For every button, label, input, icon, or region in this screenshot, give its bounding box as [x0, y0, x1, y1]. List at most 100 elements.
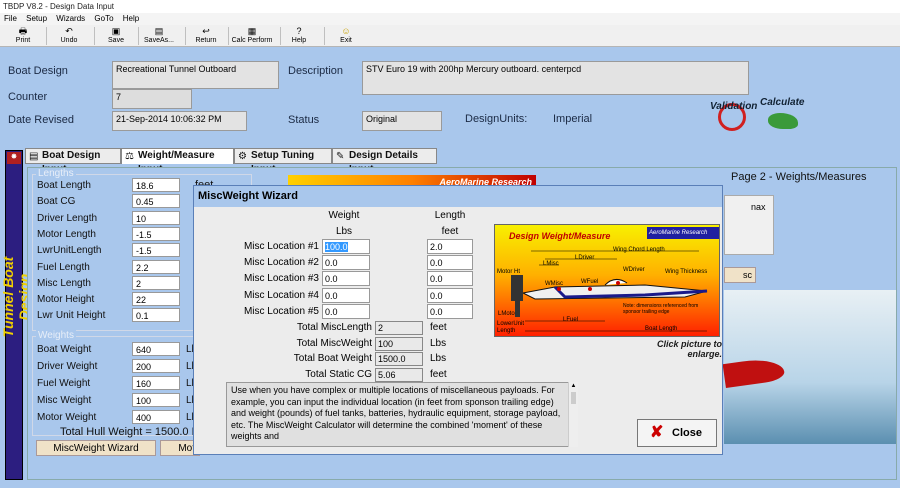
length-row-label: Motor Height	[37, 294, 95, 306]
total-value: 2	[375, 321, 423, 335]
calc-perform-button[interactable]: ▦ Calc Perform	[230, 25, 274, 47]
calculate-label: Calculate	[760, 97, 805, 108]
misc-location-length-input[interactable]: 0.0	[427, 303, 473, 319]
length-row-label: Lwr Unit Height	[37, 310, 106, 322]
length-row-input[interactable]: 2	[132, 275, 180, 290]
misc-location-weight-input[interactable]: 0.0	[322, 271, 370, 287]
validation-label: Validation	[710, 101, 758, 112]
calculator-icon: ▦	[247, 26, 257, 36]
save-button[interactable]: ▣ Save	[101, 25, 131, 47]
length-row-input[interactable]: 0.45	[132, 194, 180, 209]
misc-location-weight-input[interactable]: 0.0	[322, 255, 370, 271]
tab-setup-tuning-input[interactable]: ⚙Setup Tuning Input	[234, 148, 332, 175]
misc-location-weight-input[interactable]: 0.0	[322, 303, 370, 319]
scroll-up-icon[interactable]: ▲	[569, 382, 578, 390]
misc-location-length-input[interactable]: 0.0	[427, 255, 473, 271]
total-hull-weight: Total Hull Weight = 1500.0 Lbs	[60, 426, 210, 438]
weight-row-label: Driver Weight	[37, 361, 98, 372]
description-field[interactable]: STV Euro 19 with 200hp Mercury outboard.…	[362, 61, 749, 95]
tab-design-details-input[interactable]: ✎Design Details Input	[332, 148, 437, 175]
length-row-input[interactable]: 2.2	[132, 259, 180, 274]
weight-row-input[interactable]: 200	[132, 359, 180, 373]
total-label: Total MiscLength	[296, 322, 372, 333]
save-as-button[interactable]: ▤ SaveAs...	[143, 25, 175, 47]
length-row-input[interactable]: -1.5	[132, 243, 180, 258]
misc-location-length-input[interactable]: 0.0	[427, 271, 473, 287]
length-row-input[interactable]: 0.1	[132, 308, 180, 323]
validation-button[interactable]: Validation	[710, 95, 758, 135]
undo-button[interactable]: ↶ Undo	[54, 25, 84, 47]
undo-icon: ↶	[65, 26, 73, 36]
boat-design-label: Boat Design	[8, 65, 68, 77]
return-icon: ↩	[202, 26, 210, 36]
calculate-button[interactable]: Calculate	[760, 95, 808, 135]
date-revised-label: Date Revised	[8, 114, 75, 126]
help-scrollbar[interactable]: ▲	[568, 382, 578, 447]
diagram-caption: Click picture to enlarge.	[656, 339, 722, 359]
description-label: Description	[288, 65, 344, 77]
misc-location-label: Misc Location #4	[243, 289, 319, 301]
close-icon: ✘	[650, 424, 664, 441]
max-label: nax	[751, 202, 766, 212]
close-button[interactable]: ✘ Close	[637, 419, 717, 447]
document-icon: ▤	[29, 151, 39, 162]
save-as-icon: ▤	[154, 26, 164, 36]
weight-unit: Lbs	[335, 226, 353, 237]
right-info-box: nax	[724, 195, 774, 255]
return-button[interactable]: ↩ Return	[191, 25, 221, 47]
weight-row-input[interactable]: 640	[132, 342, 180, 356]
length-row-input[interactable]: 22	[132, 292, 180, 307]
dialog-title: MiscWeight Wizard	[194, 186, 722, 207]
exit-icon: ☺	[341, 26, 351, 36]
details-icon: ✎	[336, 151, 345, 162]
boat-graphic-icon	[768, 113, 798, 129]
weight-row-label: Fuel Weight	[37, 378, 91, 389]
misc-location-length-input[interactable]: 2.0	[427, 239, 473, 254]
total-label: Total MiscWeight	[296, 337, 372, 349]
total-unit: feet	[430, 322, 447, 333]
misc-location-weight-input[interactable]: 100.0	[322, 239, 370, 254]
design-header: Boat Design Recreational Tunnel Outboard…	[0, 47, 900, 147]
print-button[interactable]: 🖶 Print	[8, 25, 38, 47]
length-row-label: Boat CG	[37, 196, 76, 208]
menu-setup[interactable]: Setup	[26, 14, 47, 23]
length-header: Length	[434, 210, 466, 221]
total-unit: Lbs	[430, 337, 447, 349]
tab-boat-design-input[interactable]: ▤Boat Design Input	[25, 148, 121, 175]
misc-weight-wizard-button[interactable]: MiscWeight Wizard	[36, 440, 156, 456]
total-value: 5.06	[375, 367, 423, 382]
total-value: 1500.0	[375, 352, 423, 366]
menu-file[interactable]: File	[4, 14, 17, 23]
length-row-label: Misc Length	[37, 277, 91, 289]
exit-button[interactable]: ☺ Exit	[332, 25, 360, 47]
misc-location-length-input[interactable]: 0.0	[427, 287, 473, 303]
weight-row-input[interactable]: 160	[132, 376, 180, 390]
menu-wizards[interactable]: Wizards	[56, 14, 85, 23]
sc-button[interactable]: sc	[724, 267, 756, 283]
misc-location-label: Misc Location #2	[243, 257, 319, 269]
help-button[interactable]: ? Help	[285, 25, 313, 47]
weight-header: Weight	[328, 210, 360, 221]
misc-location-label: Misc Location #5	[243, 305, 319, 317]
tab-weight-measure-input[interactable]: ⚖Weight/Measure Input	[121, 148, 234, 175]
weight-row-label: Misc Weight	[37, 395, 92, 406]
length-row-input[interactable]: 18.6	[132, 178, 180, 192]
window-title: TBDP V8.2 - Design Data Input	[0, 0, 900, 13]
menu-help[interactable]: Help	[123, 14, 139, 23]
weight-row-label: Boat Weight	[37, 344, 92, 355]
counter-label: Counter	[8, 91, 48, 103]
scroll-thumb[interactable]	[571, 392, 576, 404]
weight-row-input[interactable]: 100	[132, 393, 180, 407]
design-units-label: DesignUnits:	[465, 113, 528, 125]
total-label: Total Static CG	[305, 368, 372, 380]
boat-design-field[interactable]: Recreational Tunnel Outboard	[112, 61, 279, 89]
length-row-input[interactable]: -1.5	[132, 226, 180, 241]
total-label: Total Boat Weight	[293, 353, 372, 364]
length-row-label: Boat Length	[37, 180, 91, 191]
length-row-input[interactable]: 10	[132, 210, 180, 225]
menu-goto[interactable]: GoTo	[94, 14, 113, 23]
design-weight-measure-diagram[interactable]: Design Weight/Measure AeroMarine Researc…	[494, 224, 720, 337]
misc-location-weight-input[interactable]: 0.0	[322, 287, 370, 303]
total-value: 100	[375, 336, 423, 351]
weight-row-input[interactable]: 400	[132, 410, 180, 424]
